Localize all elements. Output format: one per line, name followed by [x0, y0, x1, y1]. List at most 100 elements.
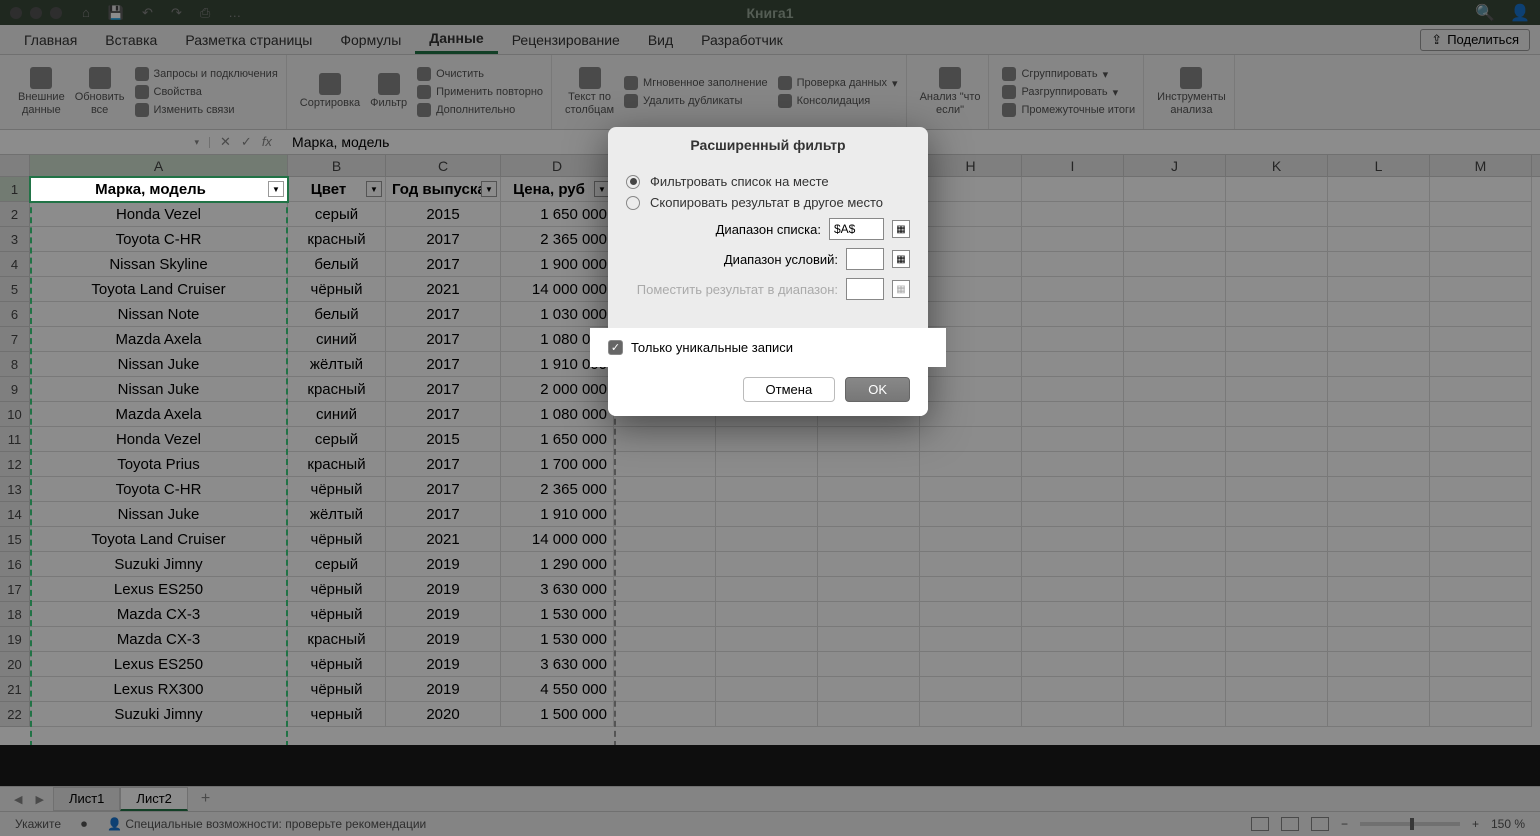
column-header[interactable]: J [1124, 155, 1226, 176]
cell[interactable] [1124, 627, 1226, 652]
cell[interactable] [614, 527, 716, 552]
cell[interactable] [1022, 377, 1124, 402]
cell[interactable] [1226, 227, 1328, 252]
remove-duplicates-button[interactable]: Удалить дубликаты [624, 94, 768, 108]
cell[interactable]: 2019 [386, 652, 501, 677]
row-header[interactable]: 3 [0, 227, 30, 252]
cell[interactable] [1430, 602, 1532, 627]
properties-button[interactable]: Свойства [135, 85, 278, 99]
ribbon-tab[interactable]: Рецензирование [498, 27, 634, 53]
cell[interactable] [1022, 602, 1124, 627]
column-header[interactable]: H [920, 155, 1022, 176]
row-header[interactable]: 5 [0, 277, 30, 302]
cell[interactable]: 1 700 000 [501, 452, 614, 477]
cell[interactable] [1226, 302, 1328, 327]
cell[interactable]: 1 530 000 [501, 602, 614, 627]
cell[interactable] [1124, 177, 1226, 202]
zoom-in-button[interactable]: + [1472, 817, 1479, 831]
cell[interactable] [818, 502, 920, 527]
cell[interactable] [1022, 402, 1124, 427]
cell[interactable]: Toyota Land Cruiser [30, 527, 288, 552]
cell[interactable] [1328, 552, 1430, 577]
cell[interactable] [1022, 277, 1124, 302]
cell[interactable] [920, 177, 1022, 202]
cell[interactable] [920, 677, 1022, 702]
cell[interactable] [920, 602, 1022, 627]
cell[interactable] [1430, 177, 1532, 202]
cell[interactable]: 2020 [386, 702, 501, 727]
cell[interactable] [1328, 302, 1430, 327]
row-header[interactable]: 8 [0, 352, 30, 377]
flash-fill-button[interactable]: Мгновенное заполнение [624, 76, 768, 90]
cell[interactable] [1124, 302, 1226, 327]
cell[interactable] [1430, 452, 1532, 477]
cell[interactable] [1124, 227, 1226, 252]
cell[interactable]: Toyota Land Cruiser [30, 277, 288, 302]
cell[interactable] [1328, 677, 1430, 702]
cell[interactable] [818, 677, 920, 702]
cell[interactable]: жёлтый [288, 502, 386, 527]
cell[interactable]: 2017 [386, 452, 501, 477]
cell[interactable] [1226, 527, 1328, 552]
cell[interactable] [1430, 477, 1532, 502]
cell[interactable] [614, 627, 716, 652]
cell[interactable] [1430, 277, 1532, 302]
cell[interactable] [1226, 202, 1328, 227]
cell[interactable]: чёрный [288, 677, 386, 702]
filter-dropdown-icon[interactable]: ▼ [481, 181, 497, 197]
cell[interactable]: 14 000 000 [501, 527, 614, 552]
cell[interactable] [920, 277, 1022, 302]
fx-icon[interactable]: fx [262, 134, 272, 150]
cell[interactable] [614, 652, 716, 677]
cell[interactable] [1328, 177, 1430, 202]
cell[interactable] [1328, 202, 1430, 227]
cell[interactable]: чёрный [288, 527, 386, 552]
cell[interactable] [818, 427, 920, 452]
cell[interactable] [1226, 352, 1328, 377]
cell[interactable]: 2015 [386, 427, 501, 452]
cell[interactable]: 2017 [386, 227, 501, 252]
accept-formula-icon[interactable]: ✓ [241, 134, 252, 150]
cell[interactable] [1328, 502, 1430, 527]
cell[interactable] [1328, 477, 1430, 502]
cell[interactable]: 1 530 000 [501, 627, 614, 652]
cell[interactable] [1328, 452, 1430, 477]
ribbon-tab[interactable]: Формулы [326, 27, 415, 53]
cell[interactable] [1022, 527, 1124, 552]
cell[interactable] [818, 527, 920, 552]
cell[interactable]: черный [288, 702, 386, 727]
ungroup-button[interactable]: Разгруппировать ▾ [1002, 85, 1135, 99]
sheet-next-icon[interactable]: ▶ [31, 793, 47, 806]
cell[interactable]: 2019 [386, 627, 501, 652]
cell[interactable]: 2015 [386, 202, 501, 227]
cell[interactable] [1430, 652, 1532, 677]
edit-links-button[interactable]: Изменить связи [135, 103, 278, 117]
cell[interactable]: 2021 [386, 527, 501, 552]
cell[interactable]: 1 080 000 [501, 402, 614, 427]
row-header[interactable]: 7 [0, 327, 30, 352]
cell[interactable] [614, 552, 716, 577]
cell[interactable]: Mazda Axela [30, 402, 288, 427]
cell[interactable] [1226, 552, 1328, 577]
cell[interactable] [818, 577, 920, 602]
cell[interactable]: Nissan Juke [30, 352, 288, 377]
cell[interactable] [1124, 377, 1226, 402]
cell[interactable] [1226, 702, 1328, 727]
cell[interactable]: Nissan Note [30, 302, 288, 327]
share-button[interactable]: ⇪ Поделиться [1420, 29, 1530, 51]
cell[interactable] [1022, 477, 1124, 502]
cell[interactable] [716, 702, 818, 727]
cell[interactable] [1124, 677, 1226, 702]
cell[interactable] [1430, 352, 1532, 377]
ribbon-tab[interactable]: Вид [634, 27, 687, 53]
row-header[interactable]: 14 [0, 502, 30, 527]
cell[interactable] [920, 477, 1022, 502]
cell[interactable] [1430, 377, 1532, 402]
cell[interactable]: 2017 [386, 352, 501, 377]
cell[interactable] [1124, 602, 1226, 627]
cell[interactable] [1430, 502, 1532, 527]
cell[interactable] [1022, 577, 1124, 602]
cell[interactable] [920, 427, 1022, 452]
row-header[interactable]: 20 [0, 652, 30, 677]
filter-inplace-radio[interactable]: Фильтровать список на месте [626, 174, 910, 189]
